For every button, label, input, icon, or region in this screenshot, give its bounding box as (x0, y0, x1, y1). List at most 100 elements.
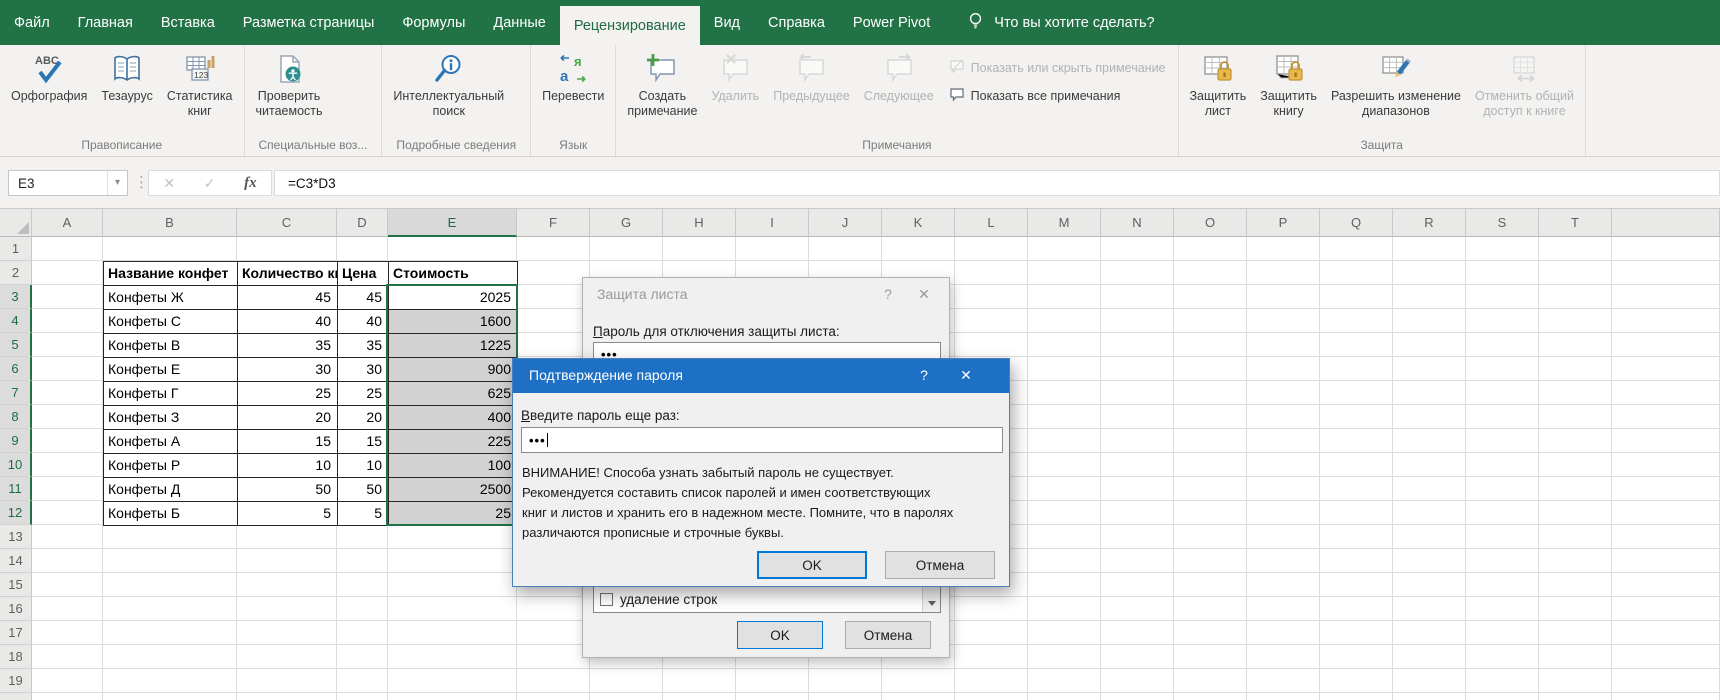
cell-F16[interactable] (517, 597, 590, 621)
table-header-B2[interactable]: Название конфет (104, 262, 238, 286)
cell-O14[interactable] (1174, 549, 1247, 573)
cell-R15[interactable] (1393, 573, 1466, 597)
cell-M15[interactable] (1028, 573, 1101, 597)
table-cell-E8[interactable]: 400 (389, 406, 518, 430)
cell-L16[interactable] (955, 597, 1028, 621)
table-cell-D11[interactable]: 50 (338, 478, 389, 502)
cell-C13[interactable] (237, 525, 337, 549)
cell-S3[interactable] (1466, 285, 1539, 309)
cell-R18[interactable] (1393, 645, 1466, 669)
select-all-corner[interactable] (0, 209, 32, 237)
cell-T2[interactable] (1539, 261, 1612, 285)
ribbon-tab-view[interactable]: Вид (700, 0, 754, 45)
cell-R12[interactable] (1393, 501, 1466, 525)
cell-F18[interactable] (517, 645, 590, 669)
confirm-password-cancel-button[interactable]: Отмена (885, 551, 995, 579)
row-header-3[interactable]: 3 (0, 285, 32, 309)
ribbon-tab-file[interactable]: Файл (0, 0, 64, 45)
ribbon-tab-insert[interactable]: Вставка (147, 0, 229, 45)
cell-N18[interactable] (1101, 645, 1174, 669)
protect-sheet-button[interactable]: Защитить лист (1183, 48, 1254, 137)
thesaurus-button[interactable]: Тезаурус (94, 48, 159, 137)
cell-S1[interactable] (1466, 237, 1539, 261)
row-header-4[interactable]: 4 (0, 309, 32, 333)
cell-S2[interactable] (1466, 261, 1539, 285)
cell-Q8[interactable] (1320, 405, 1393, 429)
protect-workbook-button[interactable]: Защитить книгу (1253, 48, 1324, 137)
table-cell-B10[interactable]: Конфеты Р (104, 454, 238, 478)
cell-Q18[interactable] (1320, 645, 1393, 669)
cell-N11[interactable] (1101, 477, 1174, 501)
cell-R2[interactable] (1393, 261, 1466, 285)
column-header-Q[interactable]: Q (1320, 209, 1393, 237)
table-cell-D5[interactable]: 35 (338, 334, 389, 358)
ribbon-tab-data[interactable]: Данные (479, 0, 559, 45)
cell-S18[interactable] (1466, 645, 1539, 669)
table-cell-E6[interactable]: 900 (389, 358, 518, 382)
cell-C20[interactable] (237, 693, 337, 700)
cell-P4[interactable] (1247, 309, 1320, 333)
cell-Q15[interactable] (1320, 573, 1393, 597)
cell-L19[interactable] (955, 669, 1028, 693)
cell-O12[interactable] (1174, 501, 1247, 525)
cell-A2[interactable] (32, 261, 103, 285)
cell-A16[interactable] (32, 597, 103, 621)
ribbon-tab-power-pivot[interactable]: Power Pivot (839, 0, 944, 45)
cell-B20[interactable] (103, 693, 237, 700)
cell-P18[interactable] (1247, 645, 1320, 669)
table-cell-B7[interactable]: Конфеты Г (104, 382, 238, 406)
cell-S9[interactable] (1466, 429, 1539, 453)
table-cell-E5[interactable]: 1225 (389, 334, 518, 358)
cell-O6[interactable] (1174, 357, 1247, 381)
cell-Q10[interactable] (1320, 453, 1393, 477)
cell-D13[interactable] (337, 525, 388, 549)
cell-M9[interactable] (1028, 429, 1101, 453)
cell-F3[interactable] (517, 285, 590, 309)
cell-Q7[interactable] (1320, 381, 1393, 405)
cell-R8[interactable] (1393, 405, 1466, 429)
table-header-C2[interactable]: Количество кг. (238, 262, 338, 286)
table-header-D2[interactable]: Цена (338, 262, 389, 286)
table-cell-D12[interactable]: 5 (338, 502, 389, 526)
cell-T1[interactable] (1539, 237, 1612, 261)
cell-G1[interactable] (590, 237, 663, 261)
cell-S6[interactable] (1466, 357, 1539, 381)
table-cell-B8[interactable]: Конфеты З (104, 406, 238, 430)
column-header-F[interactable]: F (517, 209, 590, 237)
cell-K19[interactable] (882, 669, 955, 693)
cell-S13[interactable] (1466, 525, 1539, 549)
protect-sheet-cancel-button[interactable]: Отмена (845, 621, 931, 649)
cell-F2[interactable] (517, 261, 590, 285)
cell-I20[interactable] (736, 693, 809, 700)
cell-N16[interactable] (1101, 597, 1174, 621)
column-header-R[interactable]: R (1393, 209, 1466, 237)
cell-D1[interactable] (337, 237, 388, 261)
row-header-9[interactable]: 9 (0, 429, 32, 453)
cell-N12[interactable] (1101, 501, 1174, 525)
ribbon-tab-help[interactable]: Справка (754, 0, 839, 45)
cell-P11[interactable] (1247, 477, 1320, 501)
cell-S17[interactable] (1466, 621, 1539, 645)
cell-K20[interactable] (882, 693, 955, 700)
row-header-7[interactable]: 7 (0, 381, 32, 405)
cell-T4[interactable] (1539, 309, 1612, 333)
column-header-C[interactable]: C (237, 209, 337, 237)
table-cell-E7[interactable]: 625 (389, 382, 518, 406)
table-cell-D6[interactable]: 30 (338, 358, 389, 382)
cell-M14[interactable] (1028, 549, 1101, 573)
row-header-2[interactable]: 2 (0, 261, 32, 285)
table-cell-B3[interactable]: Конфеты Ж (104, 286, 238, 310)
cell-N10[interactable] (1101, 453, 1174, 477)
column-header-H[interactable]: H (663, 209, 736, 237)
table-cell-E12[interactable]: 25 (389, 502, 518, 526)
cell-T6[interactable] (1539, 357, 1612, 381)
table-cell-C3[interactable]: 45 (238, 286, 338, 310)
cell-P3[interactable] (1247, 285, 1320, 309)
cell-R16[interactable] (1393, 597, 1466, 621)
cell-N13[interactable] (1101, 525, 1174, 549)
cell-T3[interactable] (1539, 285, 1612, 309)
cell-D16[interactable] (337, 597, 388, 621)
cell-S11[interactable] (1466, 477, 1539, 501)
cell-M3[interactable] (1028, 285, 1101, 309)
cell-S7[interactable] (1466, 381, 1539, 405)
